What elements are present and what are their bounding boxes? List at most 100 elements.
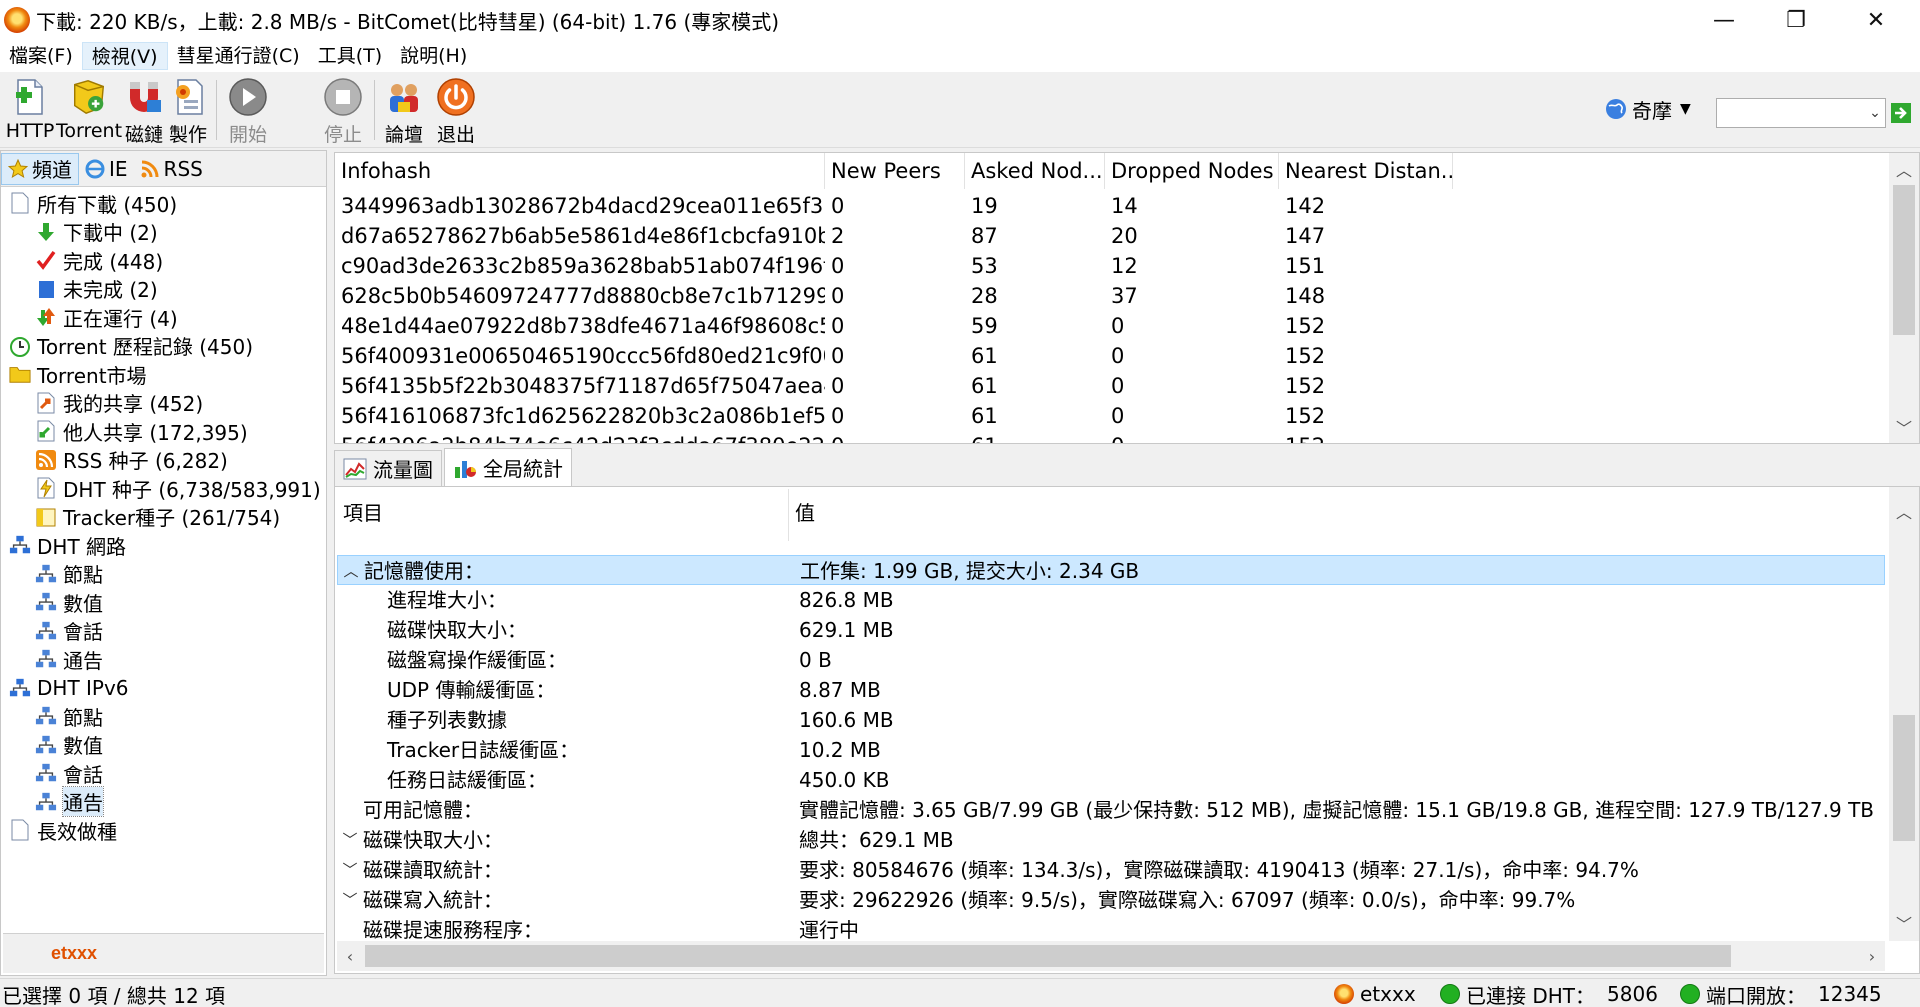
close-button[interactable]: ✕ [1840, 0, 1912, 40]
scroll-up-icon[interactable]: ︿ [1889, 497, 1919, 525]
tree-item-all-downloads[interactable]: 所有下載 (450) [9, 189, 177, 217]
stats-row[interactable]: 磁碟快取大小： 629.1 MB [337, 615, 1885, 645]
restore-button[interactable]: ❐ [1760, 0, 1832, 40]
chevron-down-icon[interactable]: ﹀ [337, 885, 363, 915]
stats-row[interactable]: 可用記憶體： 實體記憶體: 3.65 GB/7.99 GB (最少保持數: 512… [337, 795, 1885, 825]
col-item[interactable]: 項目 [337, 489, 789, 541]
scroll-down-icon[interactable]: ﹀ [1889, 909, 1919, 937]
tree-item-dht-nodes[interactable]: 節點 [35, 560, 103, 588]
chevron-up-icon[interactable]: ︿ [338, 556, 364, 586]
stats-row[interactable]: ﹀ 磁碟寫入統計： 要求: 29622926 (頻率: 9.5/s)，實際磁碟寫入:… [337, 885, 1885, 915]
tab-rss[interactable]: RSS [134, 153, 209, 185]
scroll-up-icon[interactable]: ︿ [1889, 155, 1919, 183]
col-asked-nodes[interactable]: Asked Nod... [965, 153, 1105, 189]
magnet-button[interactable]: 磁鏈 [122, 76, 166, 147]
stats-row[interactable]: 任務日誌緩衝區： 450.0 KB [337, 765, 1885, 795]
col-dropped-nodes[interactable]: Dropped Nodes [1105, 153, 1279, 189]
menu-file[interactable]: 檔案(F) [0, 42, 82, 70]
scroll-thumb[interactable] [1893, 715, 1915, 841]
stats-row[interactable]: ﹀ 磁碟讀取統計： 要求: 80584676 (頻率: 134.3/s)，實際磁碟讀… [337, 855, 1885, 885]
stats-value: 總共：629.1 MB [799, 828, 954, 852]
tab-channels[interactable]: 頻道 [1, 152, 79, 185]
menu-help[interactable]: 說明(H) [391, 42, 476, 70]
stats-row[interactable]: UDP 傳輸緩衝區： 8.87 MB [337, 675, 1885, 705]
table-row[interactable]: 3449963adb13028672b4dacd29cea011e65f3bef… [335, 191, 1453, 221]
stats-row[interactable]: 磁盤寫操作緩衝區： 0 B [337, 645, 1885, 675]
tree-item-ipv6-announce[interactable]: 通告 [35, 786, 104, 817]
stats-value: 要求: 29622926 (頻率: 9.5/s)，實際磁碟寫入: 67097 (… [799, 888, 1576, 912]
user-box[interactable]: etxxx [3, 933, 324, 973]
tree-item-completed[interactable]: 完成 (448) [35, 246, 163, 274]
stats-row[interactable]: 進程堆大小： 826.8 MB [337, 585, 1885, 615]
window-title: 下載: 220 KB/s，上載: 2.8 MB/s - BitComet(比特彗… [36, 9, 780, 34]
exit-button[interactable]: 退出 [432, 76, 480, 147]
search-go-button[interactable] [1890, 100, 1912, 126]
minimize-button[interactable]: — [1688, 0, 1760, 40]
stop-button[interactable]: 停止 [318, 76, 368, 147]
table-row[interactable]: 628c5b0b54609724777d8880cb8e7c1b71299ea5… [335, 281, 1453, 311]
tree-item-dht-announce[interactable]: 通告 [35, 645, 103, 673]
status-user[interactable]: etxxx [1334, 981, 1416, 1007]
tree-item-ipv6-nodes[interactable]: 節點 [35, 702, 103, 730]
scroll-left-icon[interactable]: ‹ [337, 941, 363, 971]
search-engine-selector[interactable]: 奇摩 ▼ [1604, 94, 1691, 124]
tab-traffic-chart[interactable]: 流量圖 [334, 450, 442, 486]
col-value[interactable]: 值 [789, 489, 1885, 541]
menu-comet-pass[interactable]: 彗星通行證(C) [168, 42, 309, 70]
stats-row[interactable]: ︿ 記憶體使用： 工作集: 1.99 GB, 提交大小: 2.34 GB [337, 555, 1885, 585]
torrent-button[interactable]: Torrent [56, 76, 122, 142]
tree-item-my-shares[interactable]: 我的共享 (452) [35, 389, 203, 417]
stats-item: ﹀ 磁碟讀取統計： [337, 855, 789, 885]
table-row[interactable]: 56f4135b5f22b3048375f71187d65f75047aea48… [335, 371, 1453, 401]
stats-row[interactable]: 種子列表數據 160.6 MB [337, 705, 1885, 735]
tree-item-ipv6-sessions[interactable]: 會話 [35, 759, 103, 787]
tree-item-torrent-market[interactable]: Torrent市場 [9, 360, 147, 388]
tree-item-dht-sessions[interactable]: 會話 [35, 617, 103, 645]
tree-item-ipv6-values[interactable]: 數值 [35, 731, 103, 759]
scroll-thumb[interactable] [1893, 185, 1915, 335]
forum-button[interactable]: 論壇 [380, 76, 428, 147]
table-row[interactable]: 56f4296a2b84b74e6c42d23f3cdda67f380e2280… [335, 431, 1453, 443]
tab-global-stats[interactable]: 全局統計 [444, 448, 572, 486]
tree-item-long-seeding[interactable]: 長效做種 [9, 816, 117, 844]
table-row[interactable]: 48e1d44ae07922d8b738dfe4671a46f98608c588… [335, 311, 1453, 341]
tree-item-torrent-history[interactable]: Torrent 歷程記錄 (450) [9, 332, 253, 360]
table-row[interactable]: c90ad3de2633c2b859a3628bab51ab074f196f67… [335, 251, 1453, 281]
tree-item-others-shares[interactable]: 他人共享 (172,395) [35, 417, 248, 445]
tree-item-tracker-seeds[interactable]: Tracker種子 (261/754) [35, 503, 280, 531]
make-torrent-button[interactable]: 製作 [166, 76, 210, 147]
chevron-down-icon[interactable]: ﹀ [337, 855, 363, 885]
search-input[interactable] [1716, 98, 1886, 128]
tree-item-dht-network[interactable]: DHT 網路 [9, 531, 126, 559]
table-row[interactable]: 56f416106873fc1d625622820b3c2a086b1ef5d3… [335, 401, 1453, 431]
chevron-down-icon[interactable]: ﹀ [337, 825, 363, 855]
table-vertical-scrollbar[interactable]: ︿ ﹀ [1889, 153, 1919, 443]
menu-view[interactable]: 檢視(V) [81, 42, 168, 70]
search-history-chevron-icon[interactable]: ⌄ [1864, 98, 1886, 128]
menu-tools[interactable]: 工具(T) [309, 42, 391, 70]
tree-item-running[interactable]: 正在運行 (4) [35, 303, 178, 331]
tree-item-rss-seeds[interactable]: RSS 种子 (6,282) [35, 446, 228, 474]
cell-asked-nodes: 87 [971, 224, 998, 248]
table-row[interactable]: d67a65278627b6ab5e5861d4e86f1cbcfa910b8d… [335, 221, 1453, 251]
stats-vertical-scrollbar[interactable]: ︿ ﹀ [1889, 487, 1919, 941]
tree-item-dht-values[interactable]: 數值 [35, 588, 103, 616]
stats-row[interactable]: Tracker日誌緩衝區： 10.2 MB [337, 735, 1885, 765]
tree-item-dht-seeds[interactable]: DHT 种子 (6,738/583,991) [35, 474, 321, 502]
col-new-peers[interactable]: New Peers [825, 153, 965, 189]
tree-item-downloading[interactable]: 下載中 (2) [35, 218, 158, 246]
http-button[interactable]: HTTP [4, 76, 56, 142]
tree-item-incomplete[interactable]: 未完成 (2) [35, 275, 158, 303]
scroll-right-icon[interactable]: › [1859, 941, 1885, 971]
stats-item: Tracker日誌緩衝區： [337, 735, 789, 765]
col-infohash[interactable]: Infohash [335, 153, 825, 189]
scroll-down-icon[interactable]: ﹀ [1889, 413, 1919, 441]
scroll-thumb[interactable] [365, 945, 1731, 967]
tab-ie[interactable]: IE [79, 153, 134, 185]
tree-item-dht-ipv6[interactable]: DHT IPv6 [9, 674, 129, 702]
stats-row[interactable]: ﹀ 磁碟快取大小： 總共：629.1 MB [337, 825, 1885, 855]
start-button[interactable]: 開始 [222, 76, 274, 147]
col-nearest-distance[interactable]: Nearest Distan... [1279, 153, 1453, 189]
stats-horizontal-scrollbar[interactable]: ‹ › [337, 941, 1885, 971]
table-row[interactable]: 56f400931e00650465190ccc56fd80ed21c9f007… [335, 341, 1453, 371]
